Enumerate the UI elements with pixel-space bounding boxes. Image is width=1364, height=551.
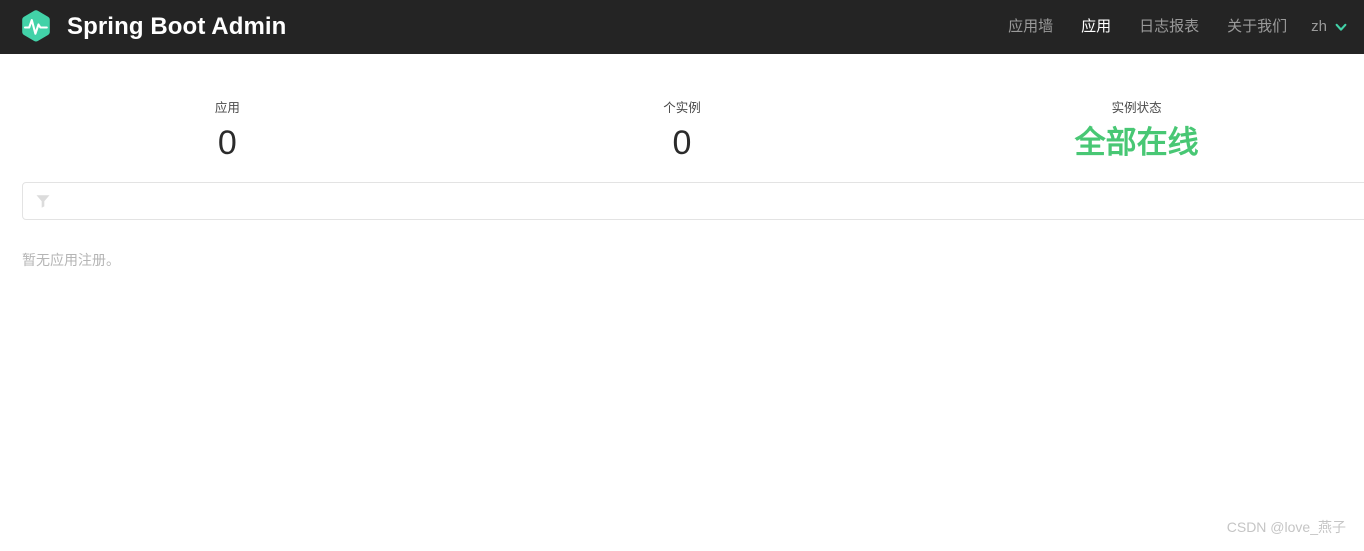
stat-instances: 个实例 0 (455, 100, 910, 164)
stat-applications-value: 0 (217, 124, 237, 162)
filter-control[interactable] (22, 182, 1364, 220)
filter-row (0, 182, 1364, 220)
heartbeat-hexagon-icon (18, 9, 54, 45)
nav-item-applications[interactable]: 应用 (1067, 0, 1125, 54)
language-selector[interactable]: zh (1301, 0, 1364, 54)
top-navbar: Spring Boot Admin 应用墙 应用 日志报表 关于我们 zh (0, 0, 1364, 54)
primary-navigation: 应用墙 应用 日志报表 关于我们 zh (994, 0, 1364, 54)
stats-row: 应用 0 个实例 0 实例状态 全部在线 (0, 54, 1364, 164)
empty-state-message: 暂无应用注册。 (22, 252, 120, 268)
stat-instances-label: 个实例 (663, 101, 701, 115)
nav-item-journal[interactable]: 日志报表 (1125, 0, 1213, 54)
chevron-down-icon (1334, 20, 1348, 34)
nav-item-about[interactable]: 关于我们 (1213, 0, 1301, 54)
brand-title: Spring Boot Admin (67, 13, 287, 40)
stat-instances-value: 0 (672, 124, 692, 162)
stat-instance-status-label: 实例状态 (1111, 101, 1162, 115)
stat-instance-status: 实例状态 全部在线 (909, 100, 1364, 164)
brand-home-link[interactable]: Spring Boot Admin (18, 9, 286, 45)
status-badge: 全部在线 (1074, 125, 1199, 160)
language-selector-label: zh (1311, 18, 1327, 35)
stat-applications: 应用 0 (0, 100, 455, 164)
filter-input[interactable] (23, 183, 1364, 219)
watermark: CSDN @love_燕子 (1226, 519, 1346, 535)
nav-item-applications-wall[interactable]: 应用墙 (994, 0, 1067, 54)
stat-applications-label: 应用 (214, 101, 240, 115)
